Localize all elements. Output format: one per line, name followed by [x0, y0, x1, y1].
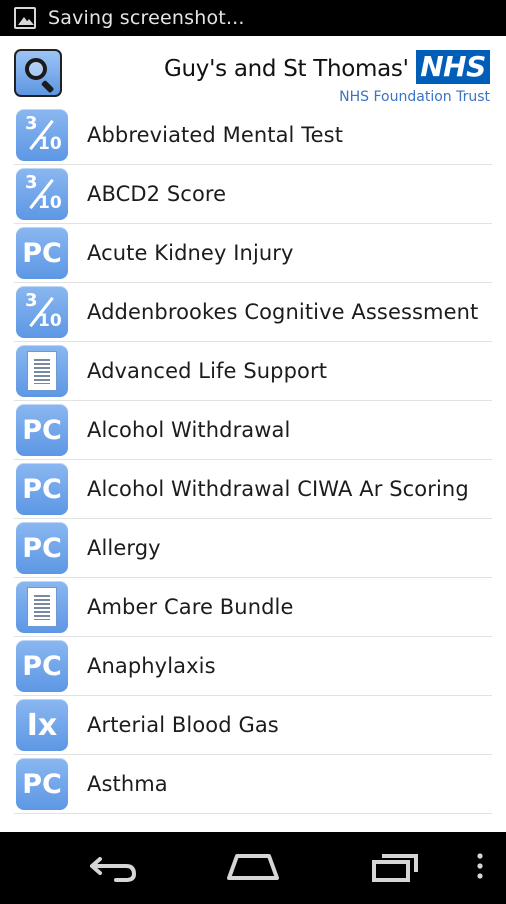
list-item-abbreviated-mental-test[interactable]: 3 10 Abbreviated Mental Test [14, 106, 492, 165]
back-icon [90, 857, 136, 882]
search-icon [25, 58, 47, 80]
home-button[interactable] [219, 832, 287, 900]
score-icon: 3 10 [16, 168, 68, 220]
score-icon: 3 10 [16, 286, 68, 338]
overflow-menu-icon [477, 853, 483, 879]
navigation-bar [0, 832, 506, 900]
list-item-anaphylaxis[interactable]: Anaphylaxis [14, 637, 492, 696]
image-notification-icon [14, 7, 36, 29]
trust-logo: Guy's and St Thomas' NHS NHS Foundation … [164, 50, 490, 106]
list-item-label: Advanced Life Support [87, 359, 328, 383]
app-screen: Guy's and St Thomas' NHS NHS Foundation … [0, 36, 506, 832]
search-icon-handle [40, 79, 55, 94]
list-item-allergy[interactable]: Allergy [14, 519, 492, 578]
list-item-label: Alcohol Withdrawal [87, 418, 291, 442]
list-item-alcohol-withdrawal-ciwa[interactable]: Alcohol Withdrawal CIWA Ar Scoring [14, 460, 492, 519]
list-item-acute-kidney-injury[interactable]: Acute Kidney Injury [14, 224, 492, 283]
list-item-label: Alcohol Withdrawal CIWA Ar Scoring [87, 477, 469, 501]
overflow-menu-button[interactable] [466, 832, 494, 900]
list-item-alcohol-withdrawal[interactable]: Alcohol Withdrawal [14, 401, 492, 460]
back-button[interactable] [78, 832, 146, 900]
list-item-addenbrookes-cognitive-assessment[interactable]: 3 10 Addenbrookes Cognitive Assessment [14, 283, 492, 342]
list-item-label: Abbreviated Mental Test [87, 123, 344, 147]
nhs-logo-badge: NHS [416, 50, 490, 84]
status-notification-text: Saving screenshot... [48, 7, 245, 29]
pc-icon [16, 522, 68, 574]
home-icon [227, 854, 279, 880]
list-item-label: Anaphylaxis [87, 654, 216, 678]
document-icon [16, 581, 68, 633]
list-item-abcd2-score[interactable]: 3 10 ABCD2 Score [14, 165, 492, 224]
document-icon [16, 345, 68, 397]
logo-subtitle: NHS Foundation Trust [339, 89, 490, 105]
list-item-label: Acute Kidney Injury [87, 241, 294, 265]
list-item-arterial-blood-gas[interactable]: Arterial Blood Gas [14, 696, 492, 755]
ix-icon [16, 699, 68, 751]
pc-icon [16, 640, 68, 692]
header: Guy's and St Thomas' NHS NHS Foundation … [0, 36, 506, 106]
logo-trust-name: Guy's and St Thomas' [164, 56, 409, 82]
list-item-asthma[interactable]: Asthma [14, 755, 492, 814]
search-button[interactable] [14, 49, 62, 97]
pc-icon [16, 463, 68, 515]
pc-icon [16, 227, 68, 279]
pc-icon [16, 404, 68, 456]
list-item-label: Asthma [87, 772, 168, 796]
recents-button[interactable] [360, 832, 428, 900]
pc-icon [16, 758, 68, 810]
list-item-label: Allergy [87, 536, 161, 560]
status-bar: Saving screenshot... [0, 0, 506, 36]
guideline-list: 3 10 Abbreviated Mental Test 3 10 ABCD2 … [14, 106, 492, 814]
list-item-label: Arterial Blood Gas [87, 713, 279, 737]
score-icon: 3 10 [16, 109, 68, 161]
list-item-advanced-life-support[interactable]: Advanced Life Support [14, 342, 492, 401]
recents-icon [372, 854, 418, 882]
list-item-amber-care-bundle[interactable]: Amber Care Bundle [14, 578, 492, 637]
list-item-label: Amber Care Bundle [87, 595, 294, 619]
list-item-label: Addenbrookes Cognitive Assessment [87, 300, 479, 324]
list-item-label: ABCD2 Score [87, 182, 227, 206]
